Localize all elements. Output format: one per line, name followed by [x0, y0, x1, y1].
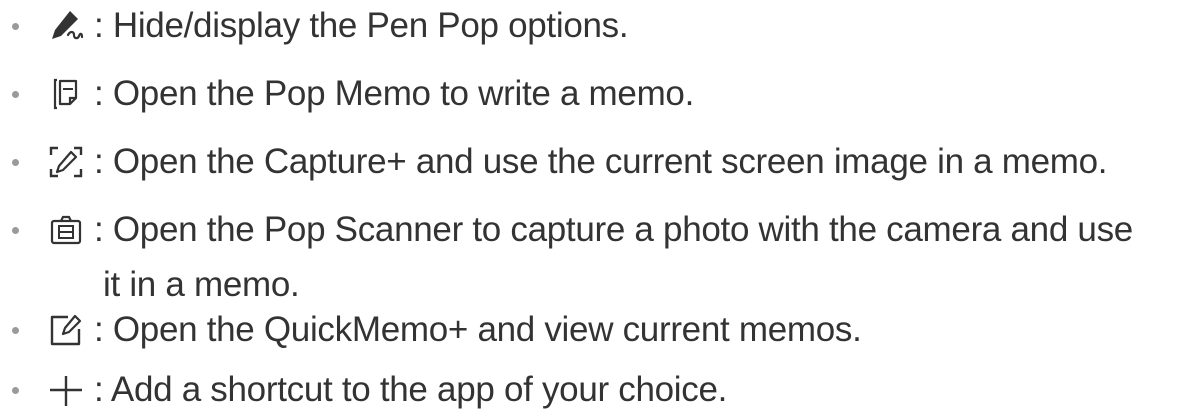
quickmemo-plus-icon: [48, 313, 84, 347]
item-text: : Add a shortcut to the app of your choi…: [94, 370, 728, 409]
pop-memo-icon: [48, 77, 84, 111]
capture-plus-icon: [48, 145, 84, 179]
item-text-continuation: it in a memo.: [103, 265, 300, 304]
bullet: [12, 327, 19, 334]
bullet: [12, 227, 19, 234]
bullet: [12, 23, 19, 30]
bullet: [12, 159, 19, 166]
item-text: : Hide/display the Pen Pop options.: [94, 6, 629, 45]
item-text: : Open the Pop Scanner to capture a phot…: [94, 210, 1133, 249]
item-text: : Open the Capture+ and use the current …: [94, 142, 1108, 181]
bullet: [12, 91, 19, 98]
pen-pop-icon: [48, 9, 84, 43]
item-text: : Open the Pop Memo to write a memo.: [94, 74, 695, 113]
pop-scanner-icon: [48, 213, 84, 247]
item-text: : Open the QuickMemo+ and view current m…: [94, 310, 862, 349]
add-shortcut-icon: [48, 373, 84, 407]
bullet: [12, 387, 19, 394]
